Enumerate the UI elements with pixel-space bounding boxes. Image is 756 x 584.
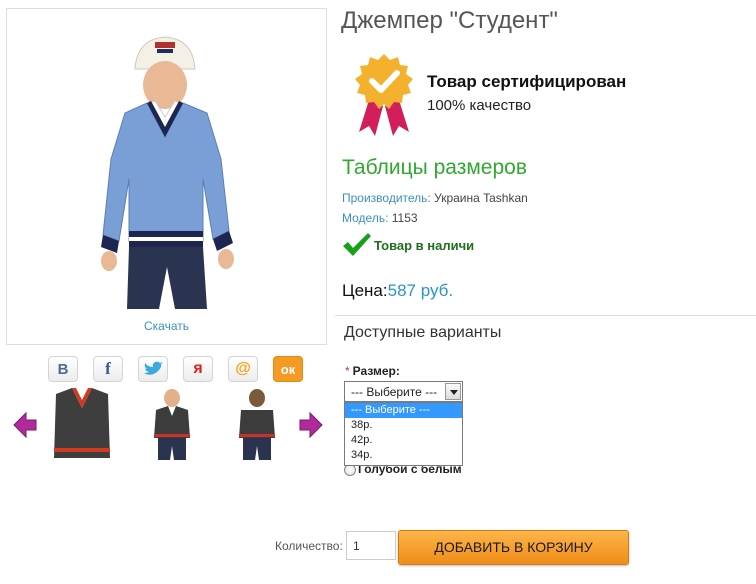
arrow-right-icon[interactable] <box>298 410 324 440</box>
manufacturer-row: Производитель: Украина Tashkan <box>342 191 528 205</box>
manufacturer-value: Украина Tashkan <box>434 191 528 205</box>
required-mark: * <box>345 364 350 378</box>
add-to-cart-button[interactable]: ДОБАВИТЬ В КОРЗИНУ <box>398 530 629 565</box>
size-option[interactable]: 38р. <box>345 418 462 433</box>
stock-status-text: Товар в наличи <box>374 237 475 253</box>
certified-title: Товар сертифицирован <box>427 72 627 91</box>
arrow-left-icon[interactable] <box>12 410 38 440</box>
model-value: 1153 <box>391 211 418 225</box>
model-row: Модель: 1153 <box>342 211 418 225</box>
size-select-value: --- Выберите --- <box>351 385 438 399</box>
size-option[interactable]: 34р. <box>345 448 462 463</box>
boy-front-thumb[interactable] <box>140 386 204 462</box>
price-value: 587 руб. <box>387 281 454 300</box>
quantity-input[interactable] <box>346 531 396 560</box>
divider <box>335 315 756 316</box>
product-main-image[interactable]: Скачать <box>6 8 327 345</box>
twitter-bird-icon <box>144 361 163 375</box>
checkmark-icon <box>343 233 371 256</box>
price: Цена:587 руб. <box>342 281 453 301</box>
model-label: Модель: <box>342 211 389 225</box>
vkontakte-icon[interactable]: В <box>48 356 78 382</box>
product-title: Джемпер "Студент" <box>341 7 558 34</box>
boy-in-sweater-photo <box>101 36 234 309</box>
size-label-text: Размер: <box>352 364 400 378</box>
quantity-label: Количество: <box>275 539 343 553</box>
moi-mir-icon[interactable]: я <box>183 356 213 382</box>
social-share-bar: В f я @ ок <box>48 356 304 382</box>
size-label: * Размер: <box>345 364 400 378</box>
variants-title: Доступные варианты <box>344 324 502 341</box>
facebook-icon[interactable]: f <box>93 356 123 382</box>
size-dropdown-list: --- Выберите --- 38р. 42р. 34р. <box>344 402 463 466</box>
size-option[interactable]: 42р. <box>345 433 462 448</box>
mail-ru-icon[interactable]: @ <box>228 356 258 382</box>
size-option[interactable]: --- Выберите --- <box>345 403 462 418</box>
odnoklassniki-icon[interactable]: ок <box>273 356 303 382</box>
stock-status: Товар в наличи <box>342 232 474 258</box>
size-table-link[interactable]: Таблицы размеров <box>342 156 527 180</box>
chevron-down-icon[interactable] <box>445 383 461 400</box>
download-link[interactable]: Скачать <box>7 319 326 333</box>
boy-back-thumb[interactable] <box>225 386 289 462</box>
sweater-flat-thumb[interactable] <box>50 386 114 462</box>
certified-badge-icon <box>355 54 413 136</box>
quality-subtitle: 100% качество <box>427 97 532 114</box>
price-label: Цена: <box>342 281 388 300</box>
manufacturer-label[interactable]: Производитель: <box>342 191 431 205</box>
size-select[interactable]: --- Выберите --- <box>344 381 463 402</box>
twitter-icon[interactable] <box>138 356 168 382</box>
